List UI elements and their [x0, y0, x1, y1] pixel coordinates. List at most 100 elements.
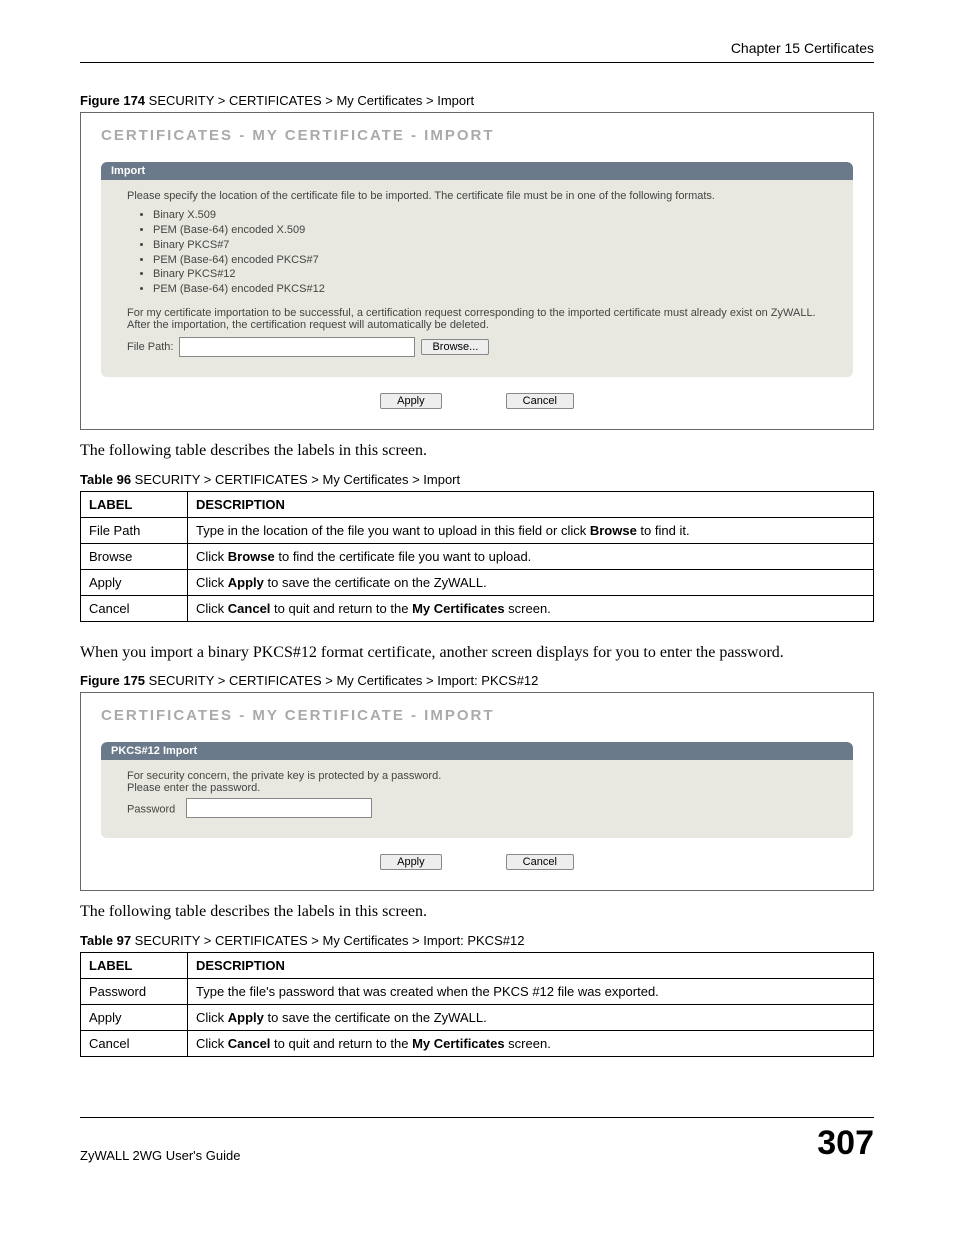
td-label: Password: [81, 978, 188, 1004]
table-row: Cancel Click Cancel to quit and return t…: [81, 595, 874, 621]
table-row: Password Type the file's password that w…: [81, 978, 874, 1004]
desc-text: Type in the location of the file you wan…: [196, 523, 590, 538]
td-desc: Click Cancel to quit and return to the M…: [188, 595, 874, 621]
table-row: Cancel Click Cancel to quit and return t…: [81, 1030, 874, 1056]
table-header-row: LABEL DESCRIPTION: [81, 491, 874, 517]
table-97: LABEL DESCRIPTION Password Type the file…: [80, 952, 874, 1057]
apply-button[interactable]: Apply: [380, 393, 442, 409]
table-96-bold: Table 96: [80, 472, 131, 487]
format-item: PEM (Base-64) encoded PKCS#12: [153, 282, 827, 297]
td-label: Cancel: [81, 595, 188, 621]
figure-174-rest: SECURITY > CERTIFICATES > My Certificate…: [145, 93, 474, 108]
td-desc: Click Apply to save the certificate on t…: [188, 569, 874, 595]
td-desc: Type the file's password that was create…: [188, 978, 874, 1004]
desc-bold: My Certificates: [412, 1036, 504, 1051]
figure-175-rest: SECURITY > CERTIFICATES > My Certificate…: [145, 673, 538, 688]
password-input[interactable]: [186, 798, 372, 818]
td-desc: Click Browse to find the certificate fil…: [188, 543, 874, 569]
desc-text: Click: [196, 601, 228, 616]
table-row: Apply Click Apply to save the certificat…: [81, 569, 874, 595]
table-97-bold: Table 97: [80, 933, 131, 948]
password-label: Password: [127, 804, 175, 816]
desc-text: to quit and return to the: [270, 601, 412, 616]
td-desc: Click Cancel to quit and return to the M…: [188, 1030, 874, 1056]
desc-text: Click: [196, 1010, 228, 1025]
table-header-row: LABEL DESCRIPTION: [81, 952, 874, 978]
format-item: Binary PKCS#7: [153, 238, 827, 253]
desc-text: Click: [196, 1036, 228, 1051]
button-row: Apply Cancel: [101, 391, 853, 409]
th-desc: DESCRIPTION: [188, 952, 874, 978]
figure-174-caption: Figure 174 SECURITY > CERTIFICATES > My …: [80, 93, 874, 108]
file-path-label: File Path:: [127, 341, 173, 353]
desc-text: to find the certificate file you want to…: [275, 549, 532, 564]
import-panel: Import Please specify the location of th…: [101, 162, 853, 377]
format-item: Binary X.509: [153, 208, 827, 223]
table-row: Apply Click Apply to save the certificat…: [81, 1004, 874, 1030]
pkcs12-line1: For security concern, the private key is…: [127, 770, 827, 782]
pkcs12-panel-body: For security concern, the private key is…: [101, 760, 853, 824]
desc-text: to find it.: [637, 523, 690, 538]
desc-bold: Browse: [228, 549, 275, 564]
body-paragraph: The following table describes the labels…: [80, 901, 874, 923]
td-label: Apply: [81, 1004, 188, 1030]
figure-175-caption: Figure 175 SECURITY > CERTIFICATES > My …: [80, 673, 874, 688]
import-intro: Please specify the location of the certi…: [127, 190, 827, 202]
desc-text: screen.: [505, 601, 551, 616]
import-note: For my certificate importation to be suc…: [127, 307, 827, 331]
td-label: Browse: [81, 543, 188, 569]
td-label: File Path: [81, 517, 188, 543]
desc-bold: Apply: [228, 575, 264, 590]
format-list: Binary X.509 PEM (Base-64) encoded X.509…: [139, 208, 827, 297]
desc-text: to save the certificate on the ZyWALL.: [264, 1010, 487, 1025]
table-97-caption: Table 97 SECURITY > CERTIFICATES > My Ce…: [80, 933, 874, 948]
th-label: LABEL: [81, 491, 188, 517]
body-paragraph: The following table describes the labels…: [80, 440, 874, 462]
browse-button[interactable]: Browse...: [421, 339, 489, 355]
td-desc: Click Apply to save the certificate on t…: [188, 1004, 874, 1030]
page-footer: ZyWALL 2WG User's Guide 307: [80, 1117, 874, 1163]
td-desc: Type in the location of the file you wan…: [188, 517, 874, 543]
pkcs12-line2: Please enter the password.: [127, 782, 827, 794]
figure-174-screenshot: CERTIFICATES - MY CERTIFICATE - IMPORT I…: [80, 112, 874, 430]
table-row: File Path Type in the location of the fi…: [81, 517, 874, 543]
body-paragraph: When you import a binary PKCS#12 format …: [80, 642, 874, 664]
desc-bold: Cancel: [228, 601, 271, 616]
format-item: Binary PKCS#12: [153, 267, 827, 282]
desc-bold: Apply: [228, 1010, 264, 1025]
desc-bold: Cancel: [228, 1036, 271, 1051]
import-panel-body: Please specify the location of the certi…: [101, 180, 853, 363]
td-label: Apply: [81, 569, 188, 595]
td-label: Cancel: [81, 1030, 188, 1056]
footer-page-number: 307: [817, 1124, 874, 1163]
desc-bold: My Certificates: [412, 601, 504, 616]
apply-button[interactable]: Apply: [380, 854, 442, 870]
pkcs12-panel-header: PKCS#12 Import: [101, 742, 853, 760]
footer-guide-title: ZyWALL 2WG User's Guide: [80, 1148, 240, 1163]
file-path-input[interactable]: [179, 337, 415, 357]
cancel-button[interactable]: Cancel: [506, 854, 574, 870]
th-desc: DESCRIPTION: [188, 491, 874, 517]
desc-text: to quit and return to the: [270, 1036, 412, 1051]
figure-175-screenshot: CERTIFICATES - MY CERTIFICATE - IMPORT P…: [80, 692, 874, 891]
pkcs12-panel: PKCS#12 Import For security concern, the…: [101, 742, 853, 838]
desc-text: screen.: [505, 1036, 551, 1051]
table-97-rest: SECURITY > CERTIFICATES > My Certificate…: [131, 933, 524, 948]
table-96-caption: Table 96 SECURITY > CERTIFICATES > My Ce…: [80, 472, 874, 487]
screenshot-title: CERTIFICATES - MY CERTIFICATE - IMPORT: [101, 707, 853, 724]
table-row: Browse Click Browse to find the certific…: [81, 543, 874, 569]
table-96: LABEL DESCRIPTION File Path Type in the …: [80, 491, 874, 622]
format-item: PEM (Base-64) encoded X.509: [153, 223, 827, 238]
button-row: Apply Cancel: [101, 852, 853, 870]
chapter-header: Chapter 15 Certificates: [80, 40, 874, 63]
import-panel-header: Import: [101, 162, 853, 180]
screenshot-title: CERTIFICATES - MY CERTIFICATE - IMPORT: [101, 127, 853, 144]
password-row: Password: [127, 798, 827, 818]
file-path-row: File Path: Browse...: [127, 337, 827, 357]
desc-text: to save the certificate on the ZyWALL.: [264, 575, 487, 590]
table-96-rest: SECURITY > CERTIFICATES > My Certificate…: [131, 472, 460, 487]
th-label: LABEL: [81, 952, 188, 978]
format-item: PEM (Base-64) encoded PKCS#7: [153, 253, 827, 268]
desc-text: Click: [196, 549, 228, 564]
cancel-button[interactable]: Cancel: [506, 393, 574, 409]
